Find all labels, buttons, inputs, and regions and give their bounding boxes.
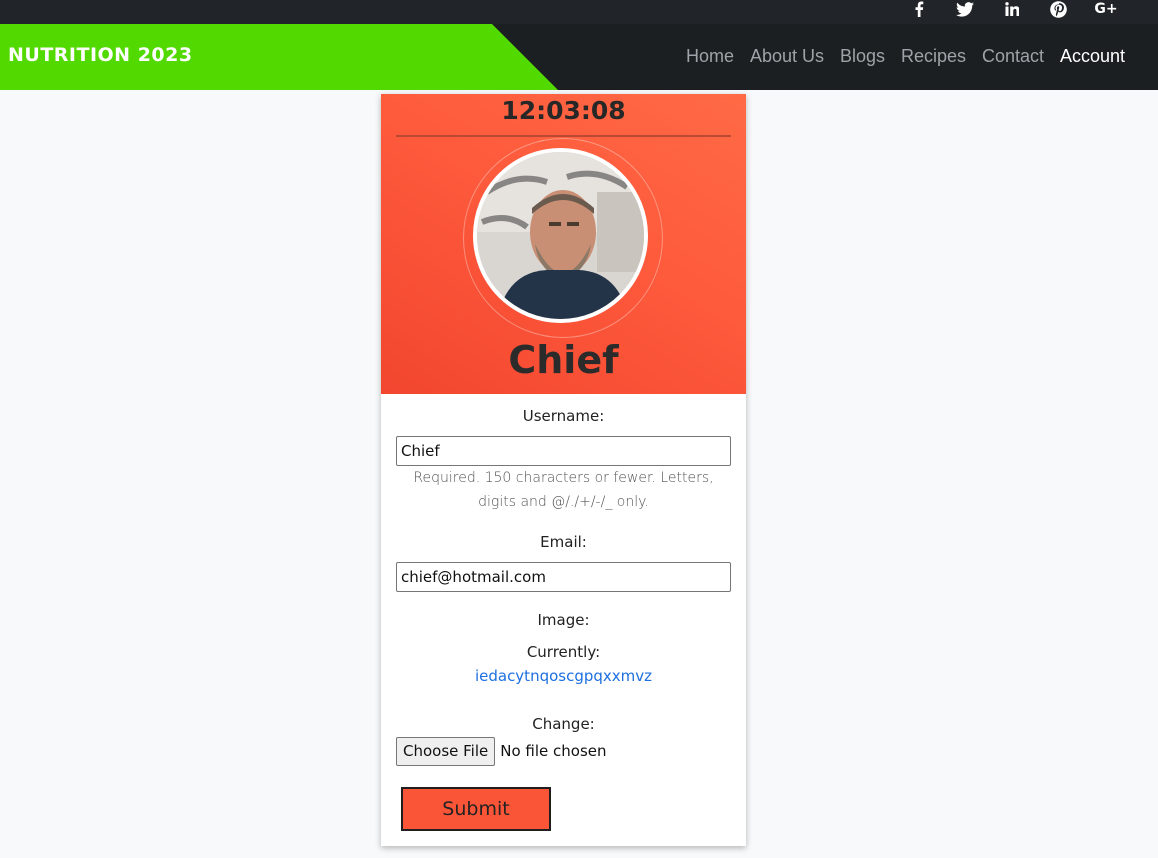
profile-header: 12:03:08 Chief (381, 94, 746, 394)
submit-button[interactable]: Submit (401, 787, 551, 831)
social-bar: G+ (0, 0, 1158, 24)
file-status: No file chosen (500, 742, 607, 760)
file-input: Choose File No file chosen (396, 736, 607, 766)
change-label: Change: (532, 715, 595, 733)
username-helptext: Required. 150 characters or fewer. Lette… (413, 470, 714, 510)
nav-blogs[interactable]: Blogs (840, 46, 885, 67)
linkedin-icon[interactable] (1004, 0, 1020, 18)
nav-about-us[interactable]: About Us (750, 46, 824, 67)
nav-account[interactable]: Account (1060, 46, 1125, 67)
clock: 12:03:08 (501, 96, 626, 125)
username-label: Username: (522, 407, 605, 425)
nav-recipes[interactable]: Recipes (901, 46, 966, 67)
avatar-photo (477, 152, 644, 319)
profile-card: 12:03:08 Chief Username: Required. 150 c… (381, 94, 746, 846)
nav-home[interactable]: Home (686, 46, 734, 67)
email-label: Email: (540, 533, 587, 551)
navbar: NUTRITION 2023 Home About Us Blogs Recip… (0, 24, 1158, 90)
facebook-icon[interactable] (911, 0, 927, 18)
current-image-link[interactable]: iedacytnqoscgpqxxmvz (381, 667, 746, 685)
google-plus-icon[interactable]: G+ (1094, 0, 1118, 18)
pinterest-icon[interactable] (1049, 0, 1067, 18)
twitter-icon[interactable] (955, 0, 975, 18)
profile-name: Chief (508, 338, 619, 382)
nav-contact[interactable]: Contact (982, 46, 1044, 67)
email-input[interactable] (396, 562, 731, 592)
currently-label: Currently: (526, 643, 601, 661)
brand-logo[interactable]: NUTRITION 2023 (8, 44, 193, 66)
avatar (473, 148, 648, 323)
divider (396, 135, 731, 137)
image-label: Image: (537, 611, 590, 629)
username-input[interactable] (396, 436, 731, 466)
choose-file-button[interactable]: Choose File (396, 736, 496, 766)
